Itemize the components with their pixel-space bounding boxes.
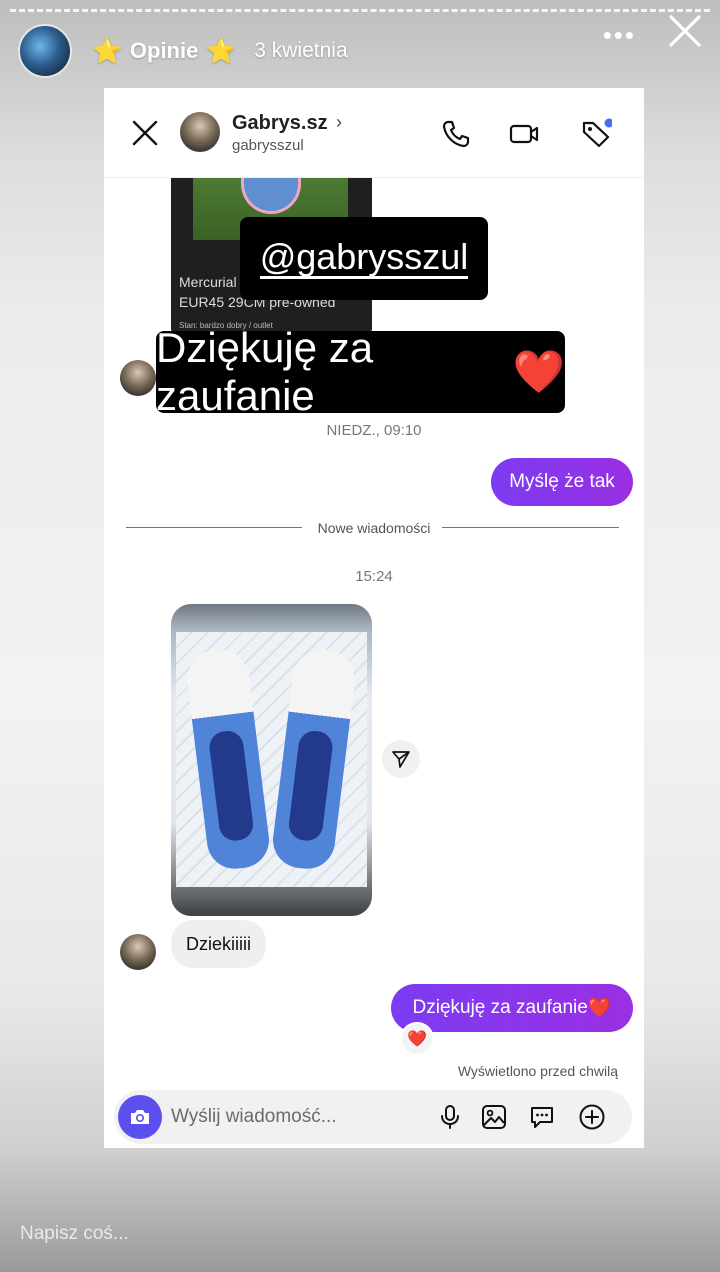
incoming-message[interactable]: Dziekiiiii bbox=[171, 920, 267, 968]
timestamp: 15:24 bbox=[355, 568, 393, 585]
sender-avatar bbox=[120, 360, 156, 396]
heart-icon: ❤️ bbox=[587, 998, 612, 1019]
close-icon[interactable] bbox=[666, 12, 704, 50]
camera-button[interactable] bbox=[118, 1095, 162, 1139]
contact-name[interactable]: Gabrys.sz bbox=[232, 112, 328, 135]
thanks-sticker: Dziękuję za zaufanie ❤️ bbox=[156, 324, 565, 419]
story-title-text: Opinie bbox=[129, 38, 199, 63]
story-progress-bar bbox=[10, 9, 710, 12]
send-icon bbox=[392, 751, 410, 768]
microphone-icon[interactable] bbox=[436, 1103, 464, 1131]
chat-header: Gabrys.sz › gabrysszul bbox=[104, 88, 644, 178]
chat-bubble-icon[interactable] bbox=[528, 1103, 556, 1131]
timestamp: NIEDZ., 09:10 bbox=[326, 422, 422, 439]
message-text: Dziekiiiii bbox=[186, 933, 252, 954]
message-composer bbox=[114, 1090, 632, 1144]
star-icon: ⭐ bbox=[206, 37, 237, 65]
star-icon: ⭐ bbox=[92, 37, 122, 65]
message-text: Dziękuję za zaufanie bbox=[412, 997, 588, 1018]
image-icon[interactable] bbox=[480, 1103, 508, 1131]
phone-icon[interactable] bbox=[440, 118, 472, 150]
contact-username: gabrysszul bbox=[232, 137, 304, 154]
heart-reaction[interactable]: ❤️ bbox=[400, 1022, 434, 1056]
contact-avatar[interactable] bbox=[180, 112, 220, 152]
product-name: Mercurial bbox=[179, 274, 237, 290]
story-viewer: ⭐ Opinie ⭐ 3 kwietnia ••• Gabrys.sz › ga… bbox=[0, 0, 720, 1272]
message-input[interactable] bbox=[171, 1103, 381, 1131]
mention-sticker[interactable]: @gabrysszul bbox=[240, 217, 488, 300]
thanks-text: Dziękuję za zaufanie bbox=[156, 324, 374, 419]
camera-icon bbox=[131, 1110, 149, 1124]
outgoing-message[interactable]: Myślę że tak bbox=[491, 458, 633, 506]
new-messages-divider: Nowe wiadomości bbox=[317, 520, 431, 536]
tag-icon[interactable] bbox=[580, 118, 612, 150]
chat-screenshot: Gabrys.sz › gabrysszul Mercurial EUR45 2… bbox=[104, 88, 644, 1148]
message-text: Myślę że tak bbox=[509, 471, 615, 492]
story-avatar[interactable] bbox=[18, 24, 72, 78]
video-camera-icon[interactable] bbox=[508, 118, 540, 150]
mention-text: @gabrysszul bbox=[259, 236, 469, 279]
heart-icon: ❤️ bbox=[512, 347, 565, 395]
story-reply-input[interactable]: Napisz coś... bbox=[20, 1223, 129, 1245]
shoes-photo-message[interactable] bbox=[171, 604, 372, 916]
seen-status: Wyświetlono przed chwilą bbox=[457, 1063, 618, 1079]
chevron-right-icon: › bbox=[336, 112, 342, 132]
story-title: ⭐ Opinie ⭐ bbox=[92, 37, 236, 66]
story-date: 3 kwietnia bbox=[254, 39, 348, 62]
share-button[interactable] bbox=[382, 740, 420, 778]
plus-circle-icon[interactable] bbox=[578, 1103, 606, 1131]
sender-avatar bbox=[120, 934, 156, 970]
more-options-icon[interactable]: ••• bbox=[603, 20, 636, 51]
divider-line bbox=[442, 527, 619, 528]
close-icon[interactable] bbox=[130, 118, 160, 148]
